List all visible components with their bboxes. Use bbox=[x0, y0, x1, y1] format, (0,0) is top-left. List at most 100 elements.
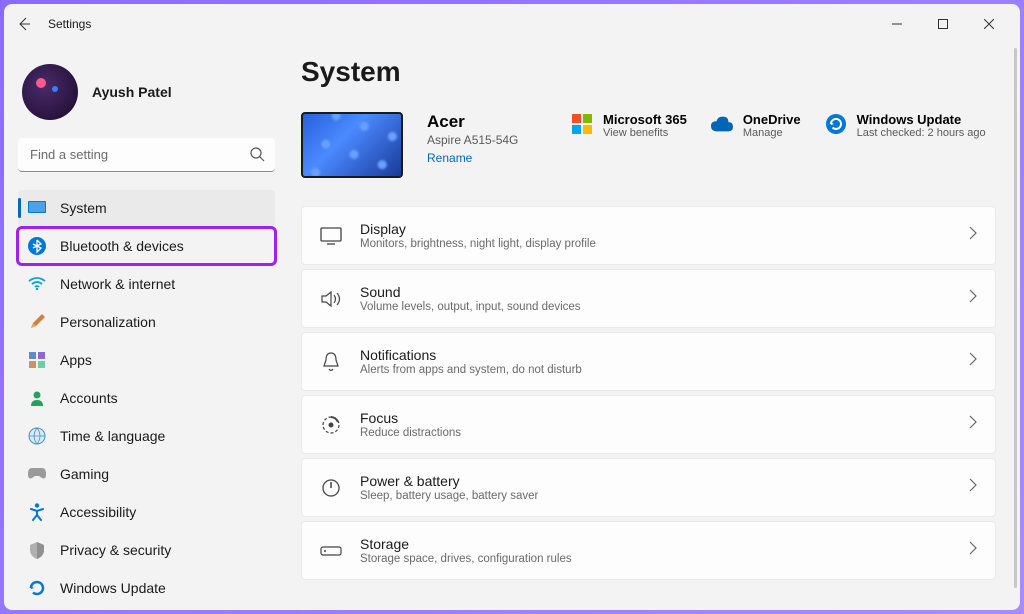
nav: System Bluetooth & devices Network & int… bbox=[18, 190, 275, 606]
card-storage[interactable]: Storage Storage space, drives, configura… bbox=[301, 521, 996, 580]
storage-icon bbox=[320, 540, 342, 562]
display-icon bbox=[320, 225, 342, 247]
sidebar-item-label: Accounts bbox=[60, 390, 118, 406]
gamepad-icon bbox=[28, 465, 46, 483]
chevron-right-icon bbox=[969, 352, 977, 371]
avatar bbox=[22, 64, 78, 120]
tile-sub: View benefits bbox=[603, 127, 687, 139]
sidebar-item-time-language[interactable]: Time & language bbox=[18, 418, 275, 454]
profile-block[interactable]: Ayush Patel bbox=[18, 56, 275, 138]
chevron-right-icon bbox=[969, 415, 977, 434]
page-title: System bbox=[301, 56, 996, 88]
search-icon bbox=[249, 146, 265, 167]
rename-link[interactable]: Rename bbox=[427, 151, 547, 165]
card-sub: Volume levels, output, input, sound devi… bbox=[360, 301, 951, 313]
device-name: Acer bbox=[427, 112, 547, 132]
tile-title: Windows Update bbox=[857, 112, 986, 127]
apps-icon bbox=[28, 351, 46, 369]
sidebar-item-windows-update[interactable]: Windows Update bbox=[18, 570, 275, 606]
card-sub: Alerts from apps and system, do not dist… bbox=[360, 364, 951, 376]
update-icon bbox=[825, 113, 847, 135]
sidebar: Ayush Patel System Bluetooth & devices bbox=[4, 44, 289, 610]
tile-windows-update[interactable]: Windows Update Last checked: 2 hours ago bbox=[825, 112, 986, 139]
person-icon bbox=[28, 389, 46, 407]
card-notifications[interactable]: Notifications Alerts from apps and syste… bbox=[301, 332, 996, 391]
card-title: Sound bbox=[360, 284, 951, 300]
close-button[interactable] bbox=[966, 8, 1012, 40]
tile-title: Microsoft 365 bbox=[603, 112, 687, 127]
sidebar-item-system[interactable]: System bbox=[18, 190, 275, 226]
settings-window: Settings Ayush Patel System bbox=[4, 4, 1020, 610]
card-sound[interactable]: Sound Volume levels, output, input, soun… bbox=[301, 269, 996, 328]
tile-sub: Last checked: 2 hours ago bbox=[857, 127, 986, 139]
card-power-battery[interactable]: Power & battery Sleep, battery usage, ba… bbox=[301, 458, 996, 517]
tile-microsoft365[interactable]: Microsoft 365 View benefits bbox=[571, 112, 687, 139]
tile-sub: Manage bbox=[743, 127, 801, 139]
cloud-icon bbox=[711, 113, 733, 135]
system-header-row: Acer Aspire A515-54G Rename Microsoft 36… bbox=[301, 112, 996, 178]
sidebar-item-apps[interactable]: Apps bbox=[18, 342, 275, 378]
shield-icon bbox=[28, 541, 46, 559]
sound-icon bbox=[320, 288, 342, 310]
close-icon bbox=[984, 19, 994, 29]
settings-card-list: Display Monitors, brightness, night ligh… bbox=[301, 206, 996, 580]
maximize-button[interactable] bbox=[920, 8, 966, 40]
sidebar-item-personalization[interactable]: Personalization bbox=[18, 304, 275, 340]
user-name: Ayush Patel bbox=[92, 84, 172, 100]
sidebar-item-label: Accessibility bbox=[60, 504, 136, 520]
sidebar-item-bluetooth-devices[interactable]: Bluetooth & devices bbox=[18, 228, 275, 264]
sidebar-item-label: Windows Update bbox=[60, 580, 166, 596]
sidebar-item-label: Personalization bbox=[60, 314, 156, 330]
sidebar-item-accessibility[interactable]: Accessibility bbox=[18, 494, 275, 530]
accessibility-icon bbox=[28, 503, 46, 521]
device-thumbnail[interactable] bbox=[301, 112, 403, 178]
device-model: Aspire A515-54G bbox=[427, 133, 547, 147]
card-focus[interactable]: Focus Reduce distractions bbox=[301, 395, 996, 454]
globe-clock-icon bbox=[28, 427, 46, 445]
bell-icon bbox=[320, 351, 342, 373]
tile-onedrive[interactable]: OneDrive Manage bbox=[711, 112, 801, 139]
chevron-right-icon bbox=[969, 478, 977, 497]
scrollbar[interactable] bbox=[1014, 48, 1017, 588]
chevron-right-icon bbox=[969, 541, 977, 560]
arrow-left-icon bbox=[16, 16, 32, 32]
sidebar-item-privacy-security[interactable]: Privacy & security bbox=[18, 532, 275, 568]
card-sub: Monitors, brightness, night light, displ… bbox=[360, 238, 951, 250]
search-box bbox=[18, 138, 275, 172]
focus-icon bbox=[320, 414, 342, 436]
sidebar-item-label: Privacy & security bbox=[60, 542, 171, 558]
titlebar: Settings bbox=[4, 4, 1020, 44]
card-display[interactable]: Display Monitors, brightness, night ligh… bbox=[301, 206, 996, 265]
card-title: Notifications bbox=[360, 347, 951, 363]
power-icon bbox=[320, 477, 342, 499]
sidebar-item-network[interactable]: Network & internet bbox=[18, 266, 275, 302]
card-sub: Reduce distractions bbox=[360, 427, 951, 439]
sidebar-item-accounts[interactable]: Accounts bbox=[18, 380, 275, 416]
bluetooth-icon bbox=[28, 237, 46, 255]
card-title: Storage bbox=[360, 536, 951, 552]
card-title: Power & battery bbox=[360, 473, 951, 489]
wifi-icon bbox=[28, 275, 46, 293]
card-title: Display bbox=[360, 221, 951, 237]
tile-title: OneDrive bbox=[743, 112, 801, 127]
chevron-right-icon bbox=[969, 226, 977, 245]
chevron-right-icon bbox=[969, 289, 977, 308]
sidebar-item-label: Network & internet bbox=[60, 276, 175, 292]
minimize-button[interactable] bbox=[874, 8, 920, 40]
sidebar-item-gaming[interactable]: Gaming bbox=[18, 456, 275, 492]
microsoft-logo-icon bbox=[571, 113, 593, 135]
search-input[interactable] bbox=[18, 138, 275, 172]
card-title: Focus bbox=[360, 410, 951, 426]
sidebar-item-label: System bbox=[60, 200, 107, 216]
minimize-icon bbox=[892, 19, 902, 29]
sidebar-item-label: Time & language bbox=[60, 428, 165, 444]
back-button[interactable] bbox=[12, 12, 36, 36]
paintbrush-icon bbox=[28, 313, 46, 331]
device-info: Acer Aspire A515-54G Rename bbox=[427, 112, 547, 165]
system-icon bbox=[28, 199, 46, 217]
sidebar-item-label: Bluetooth & devices bbox=[60, 238, 184, 254]
card-sub: Sleep, battery usage, battery saver bbox=[360, 490, 951, 502]
sidebar-item-label: Gaming bbox=[60, 466, 109, 482]
main-content: System Acer Aspire A515-54G Rename Micro… bbox=[289, 44, 1020, 610]
sidebar-item-label: Apps bbox=[60, 352, 92, 368]
